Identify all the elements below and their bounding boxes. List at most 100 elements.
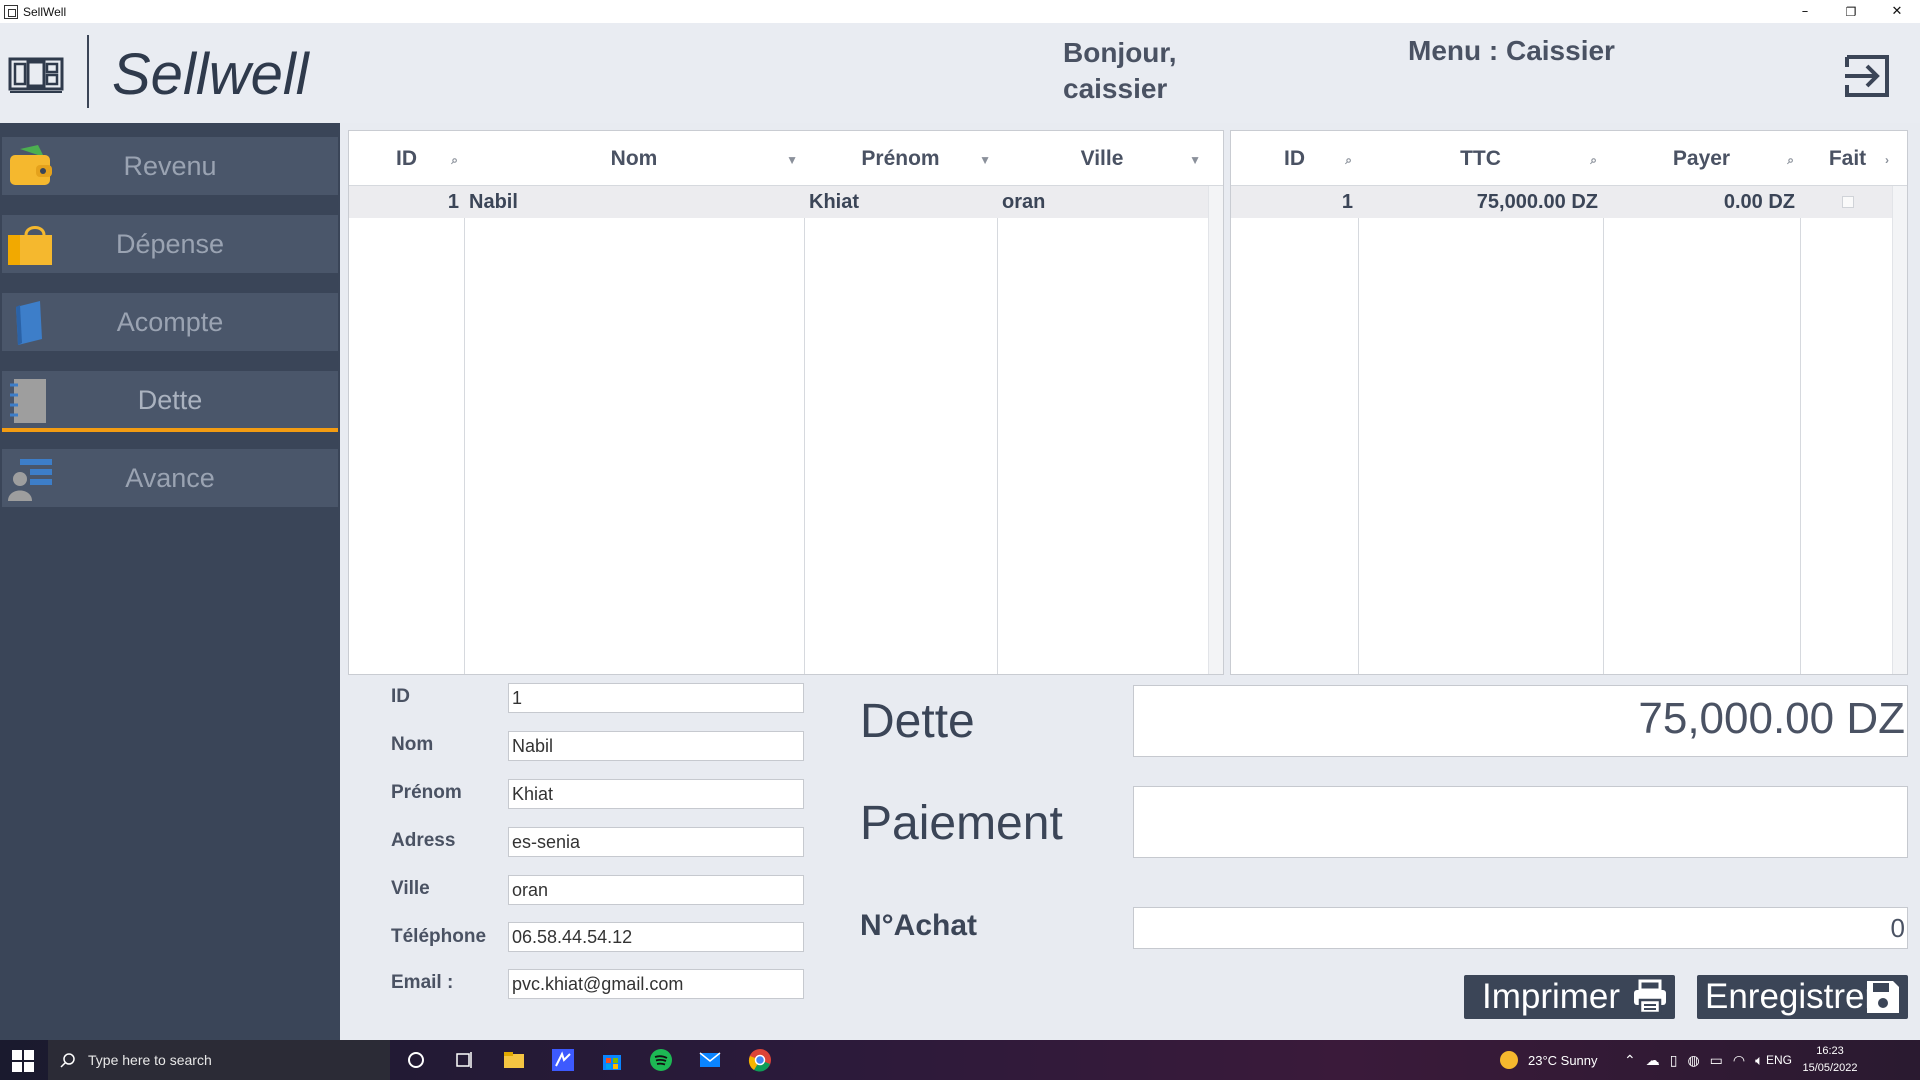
network-icon[interactable]: ◍: [1687, 1052, 1699, 1069]
search-icon[interactable]: ⌕: [1787, 153, 1794, 168]
tray-icons: ⌃ ☁ ▯ ◍ ▭ ◠ 🔈︎: [1624, 1040, 1764, 1080]
brand-name: Sellwell: [112, 42, 309, 107]
table-header: ID ⌕ TTC ⌕ Payer ⌕ Fait ›: [1231, 131, 1907, 186]
filter-icon[interactable]: ▼: [979, 153, 991, 167]
cortana-icon[interactable]: [404, 1048, 428, 1072]
scrollbar[interactable]: [1208, 186, 1223, 674]
column-header-prenom[interactable]: Prénom ▼: [804, 131, 997, 186]
column-divider: [1800, 186, 1801, 674]
mail-icon[interactable]: [698, 1048, 722, 1072]
table-row[interactable]: 1 75,000.00 DZ 0.00 DZ: [1231, 186, 1892, 218]
filter-icon[interactable]: ▼: [1189, 153, 1201, 167]
column-header-id[interactable]: ID ⌕: [1231, 131, 1358, 186]
greeting: Bonjour, caissier: [1063, 37, 1177, 104]
label-telephone: Téléphone: [391, 926, 487, 947]
volume-icon[interactable]: 🔈︎: [1755, 1052, 1763, 1069]
fait-checkbox[interactable]: [1841, 196, 1854, 208]
sidebar-item-depense[interactable]: Dépense: [2, 215, 338, 273]
task-view-icon[interactable]: [452, 1048, 476, 1072]
nom-field[interactable]: [508, 731, 804, 761]
dette-label: Dette: [860, 695, 975, 748]
column-label: TTC: [1460, 146, 1501, 170]
cloud-icon[interactable]: ☁: [1646, 1052, 1660, 1069]
file-explorer-icon[interactable]: [502, 1048, 526, 1072]
sidebar: Revenu Dépense Acompte Dette Avance: [0, 123, 340, 1040]
column-header-fait[interactable]: Fait ›: [1800, 131, 1895, 186]
cell-nom: Nabil: [469, 190, 518, 213]
sidebar-item-acompte[interactable]: Acompte: [2, 293, 338, 351]
paiement-input[interactable]: [1133, 786, 1908, 858]
column-header-nom[interactable]: Nom ▼: [464, 131, 804, 186]
chevron-up-icon[interactable]: ⌃: [1624, 1052, 1636, 1069]
windows-start-icon[interactable]: [12, 1050, 34, 1072]
column-header-payer[interactable]: Payer ⌕: [1603, 131, 1800, 186]
adress-field[interactable]: [508, 827, 804, 857]
logout-icon[interactable]: [1843, 51, 1893, 101]
search-icon[interactable]: ⌕: [1590, 153, 1597, 168]
search-icon[interactable]: ⌕: [1345, 153, 1352, 168]
table-row[interactable]: 1 Nabil Khiat oran: [349, 186, 1208, 218]
wifi-icon[interactable]: ◠: [1733, 1052, 1745, 1069]
app-header: Sellwell Bonjour, caissier Menu : Caissi…: [0, 23, 1920, 123]
taskbar-search[interactable]: Type here to search: [48, 1040, 390, 1080]
column-header-ttc[interactable]: TTC ⌕: [1358, 131, 1603, 186]
sidebar-item-revenu[interactable]: Revenu: [2, 137, 338, 195]
chevron-right-icon[interactable]: ›: [1885, 153, 1889, 167]
column-label: Ville: [1080, 146, 1124, 170]
filter-icon[interactable]: ▼: [786, 153, 798, 167]
store-icon[interactable]: [600, 1048, 624, 1072]
label-prenom: Prénom: [391, 782, 462, 803]
menu-title: Menu : Caissier: [1408, 35, 1615, 66]
chrome-icon[interactable]: [748, 1048, 772, 1072]
cell-payer: 0.00 DZ: [1723, 190, 1795, 213]
weather-widget[interactable]: 23°C Sunny: [1500, 1040, 1598, 1080]
sidebar-item-dette[interactable]: Dette: [2, 371, 338, 429]
scrollbar[interactable]: [1892, 186, 1907, 674]
email-field[interactable]: [508, 969, 804, 999]
date: 15/05/2022: [1802, 1062, 1858, 1074]
search-placeholder: Type here to search: [88, 1052, 212, 1068]
id-field[interactable]: [508, 683, 804, 713]
sidebar-item-label: Dépense: [115, 228, 225, 259]
prenom-field[interactable]: [508, 779, 804, 809]
sidebar-item-avance[interactable]: Avance: [2, 449, 338, 507]
close-button[interactable]: ✕: [1874, 0, 1920, 23]
print-button[interactable]: Imprimer: [1464, 975, 1675, 1019]
label-nom: Nom: [391, 734, 434, 755]
battery-icon[interactable]: ▭: [1710, 1052, 1723, 1069]
dette-amount: 75,000.00 DZ: [1133, 685, 1908, 757]
device-icon[interactable]: ▯: [1670, 1052, 1678, 1069]
column-divider: [804, 186, 805, 674]
printer-icon: [1634, 979, 1666, 1015]
save-button[interactable]: Enregistrer: [1697, 975, 1908, 1019]
app-icon: [4, 4, 18, 19]
clock[interactable]: 16:23 15/05/2022: [1800, 1043, 1860, 1077]
cell-id: 1: [1341, 190, 1353, 213]
restore-button[interactable]: ❐: [1828, 0, 1874, 23]
spotify-icon[interactable]: [649, 1048, 673, 1072]
column-divider: [997, 186, 998, 674]
minimize-button[interactable]: –: [1782, 0, 1828, 23]
column-header-ville[interactable]: Ville ▼: [997, 131, 1207, 186]
print-button-label: Imprimer: [1482, 977, 1621, 1016]
language-indicator[interactable]: ENG: [1766, 1040, 1792, 1080]
clients-table[interactable]: ID ⌕ Nom ▼ Prénom ▼ Ville ▼ 1 Nabil Khiat or…: [348, 130, 1224, 675]
telephone-field[interactable]: [508, 922, 804, 952]
label-ville: Ville: [391, 878, 430, 899]
time: 16:23: [1816, 1045, 1844, 1057]
window-titlebar: SellWell – ❐ ✕: [0, 0, 1920, 23]
column-label: ID: [396, 146, 417, 170]
column-label: Prénom: [861, 146, 940, 170]
ville-field[interactable]: [508, 875, 804, 905]
achat-input[interactable]: [1133, 907, 1908, 949]
taskbar: Type here to search 23°C Sunny ⌃ ☁ ▯ ◍ ▭…: [0, 1040, 1920, 1080]
debts-table[interactable]: ID ⌕ TTC ⌕ Payer ⌕ Fait › 1 75,000.00 DZ 0.0…: [1230, 130, 1908, 675]
visual-studio-icon[interactable]: [551, 1048, 575, 1072]
logo-icon: [8, 57, 64, 93]
header-divider: [87, 35, 89, 108]
search-icon[interactable]: ⌕: [451, 153, 458, 168]
label-email: Email :: [391, 972, 454, 993]
sidebar-item-label: Revenu: [123, 150, 217, 181]
column-header-id[interactable]: ID ⌕: [349, 131, 464, 186]
sidebar-item-label: Acompte: [116, 306, 224, 337]
